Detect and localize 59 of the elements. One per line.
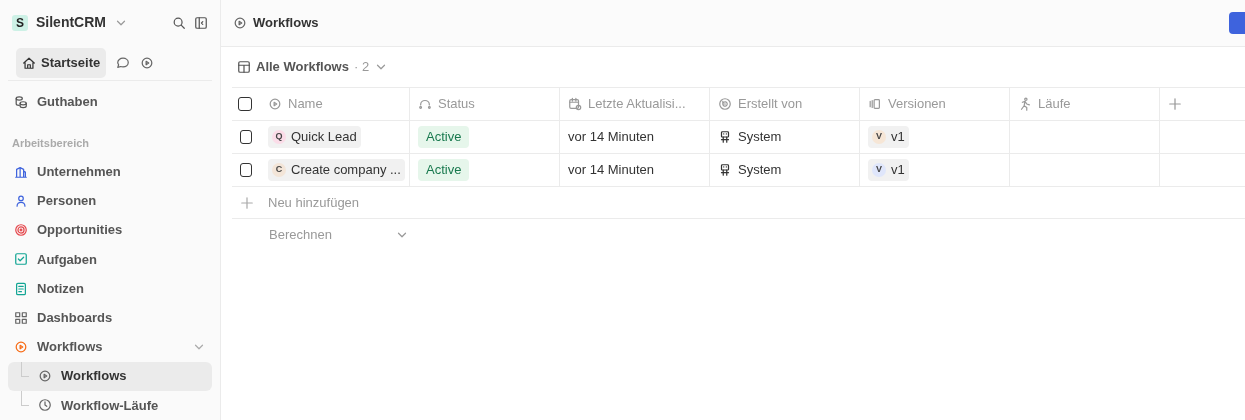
workspace-logo: S bbox=[12, 14, 28, 31]
record-count: · 2 bbox=[353, 58, 370, 77]
chat-icon bbox=[116, 55, 131, 70]
running-person-icon bbox=[1018, 97, 1032, 111]
avatar-initial: V bbox=[872, 163, 886, 177]
workflow-name: Create company ... bbox=[291, 161, 401, 180]
plus-icon bbox=[1168, 97, 1182, 111]
sidebar-item[interactable]: Guthaben bbox=[8, 87, 212, 117]
avatar-initial: V bbox=[872, 130, 886, 144]
table-cell-text: vor 14 Minuten bbox=[568, 161, 654, 180]
avatar-initial: Q bbox=[272, 130, 286, 144]
version-label: v1 bbox=[891, 128, 905, 147]
version-chip[interactable]: V v1 bbox=[868, 159, 909, 181]
robot-icon bbox=[718, 163, 732, 177]
sidebar-item[interactable]: Opportunities bbox=[8, 215, 212, 245]
section-title: Arbeitsbereich bbox=[11, 135, 91, 151]
row-checkbox[interactable] bbox=[240, 130, 252, 144]
robot-icon bbox=[718, 130, 732, 144]
cards-icon bbox=[868, 97, 882, 111]
sidebar-item[interactable]: Notizen bbox=[8, 273, 212, 304]
table-icon bbox=[237, 60, 251, 74]
search-icon bbox=[172, 15, 186, 30]
sidebar-item[interactable]: Aufgaben bbox=[8, 244, 212, 274]
person-icon bbox=[14, 193, 28, 208]
building-icon bbox=[14, 164, 28, 179]
page-title: Workflows bbox=[253, 14, 319, 33]
view-name[interactable]: Alle Workflows bbox=[256, 57, 349, 77]
sidebar-subitem[interactable]: Workflows bbox=[8, 361, 212, 391]
version-chip[interactable]: V v1 bbox=[868, 126, 909, 148]
workflow-name: Quick Lead bbox=[291, 128, 357, 147]
row-checkbox[interactable] bbox=[240, 163, 252, 177]
sidebar-toggle-icon bbox=[194, 15, 208, 30]
avatar-initial: C bbox=[272, 163, 286, 177]
workflow-name-chip[interactable]: Q Quick Lead bbox=[268, 126, 361, 148]
checkbox-icon bbox=[14, 252, 28, 267]
table-cell-text: System bbox=[738, 128, 782, 147]
select-all-checkbox[interactable] bbox=[238, 97, 252, 111]
workflow-name-chip[interactable]: C Create company ... bbox=[268, 159, 405, 181]
workspace-name[interactable]: SilentCRM bbox=[36, 12, 106, 34]
sidebar-item[interactable]: Personen bbox=[8, 186, 212, 216]
version-label: v1 bbox=[891, 161, 905, 180]
table-cell-text: System bbox=[738, 161, 782, 180]
arc-icon bbox=[418, 97, 432, 111]
home-tab[interactable]: Startseite bbox=[16, 48, 107, 78]
sidebar-subitem[interactable]: Workflow-Läufe bbox=[8, 390, 212, 420]
home-icon bbox=[22, 55, 36, 70]
sidebar-item[interactable]: Dashboards bbox=[8, 303, 212, 333]
plus-icon bbox=[240, 195, 254, 210]
calendar-icon bbox=[568, 97, 582, 111]
status-tag: Active bbox=[418, 159, 470, 181]
clock-icon bbox=[38, 398, 52, 413]
table-cell-text: vor 14 Minuten bbox=[568, 128, 654, 147]
sidebar-item[interactable]: Unternehmen bbox=[8, 157, 212, 187]
grid-icon bbox=[14, 310, 28, 325]
sidebar-item[interactable]: Workflows bbox=[8, 332, 212, 362]
note-icon bbox=[14, 281, 28, 296]
coins-icon bbox=[14, 94, 28, 109]
target-icon bbox=[14, 223, 28, 238]
status-tag: Active bbox=[418, 126, 470, 148]
